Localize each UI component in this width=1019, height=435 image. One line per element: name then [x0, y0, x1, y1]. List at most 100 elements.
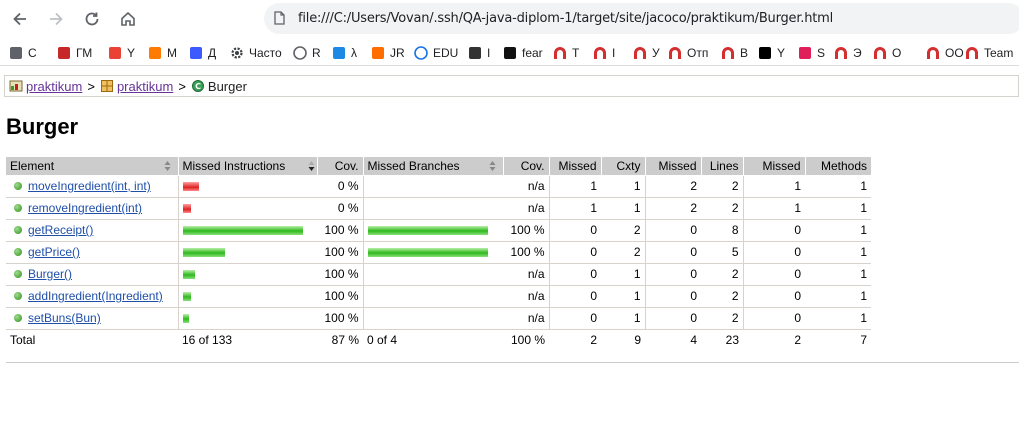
- method-icon: [14, 182, 22, 190]
- method-icon: [14, 248, 22, 256]
- bookmark-label: Отп: [687, 45, 709, 60]
- table-row: addIngredient(Ingredient) 100 % n/a 0 1 0 2 0 1: [6, 285, 871, 308]
- bookmark-item[interactable]: Y: [757, 43, 785, 62]
- breadcrumb-package-link[interactable]: praktikum: [117, 79, 173, 94]
- lines-missed-cell: 0: [644, 241, 701, 264]
- methods-cell: 1: [805, 285, 871, 308]
- breadcrumb-report-link[interactable]: praktikum: [26, 79, 82, 94]
- bookmarks-bar: С ГМ Y М Д Часто Rλ JR EDU Ifear Т I У Отп В Y S Э О ОО Team: [0, 39, 1019, 66]
- bookmark-item[interactable]: I: [467, 43, 490, 62]
- header-methods[interactable]: Methods: [804, 157, 871, 176]
- total-methods-missed: 2: [794, 332, 801, 347]
- notion-icon: [757, 45, 773, 61]
- header-label: Cov.: [334, 158, 359, 173]
- instr-bar-cell: [177, 175, 317, 198]
- instr-cov-cell: 0 %: [317, 197, 363, 220]
- method-icon: [14, 204, 22, 212]
- total-label: Total: [10, 332, 36, 347]
- header-lines[interactable]: Lines: [700, 157, 743, 176]
- arch-icon: [833, 45, 849, 61]
- slack-icon: [797, 45, 813, 61]
- bookmark-item[interactable]: Т: [552, 43, 579, 62]
- header-missed-branches[interactable]: Missed Branches: [362, 157, 503, 176]
- header-missed-instructions[interactable]: Missed Instructions: [177, 157, 317, 176]
- address-url[interactable]: file:///C:/Users/Vovan/.ssh/QA-java-dipl…: [298, 11, 833, 26]
- bookmark-item[interactable]: JR: [370, 43, 405, 62]
- header-cxty-missed[interactable]: Missed: [548, 157, 601, 176]
- arch-icon: [667, 45, 683, 61]
- method-link[interactable]: setBuns(Bun): [28, 311, 101, 325]
- lambda-icon: [331, 45, 347, 61]
- method-link[interactable]: getPrice(): [28, 245, 80, 259]
- bookmark-item[interactable]: Отп: [667, 43, 708, 62]
- bookmark-item[interactable]: Часто: [229, 43, 282, 62]
- home-icon: [121, 11, 135, 26]
- branch-cov-cell: 100 %: [503, 241, 549, 264]
- reload-button[interactable]: [78, 5, 106, 33]
- bookmark-item[interactable]: Э: [833, 43, 862, 62]
- cxty-cell: 2: [601, 241, 645, 264]
- bookmark-item[interactable]: М: [147, 43, 177, 62]
- bookmark-item[interactable]: ОО: [925, 43, 964, 62]
- method-link[interactable]: moveIngredient(int, int): [28, 179, 151, 193]
- method-link[interactable]: Burger(): [28, 267, 72, 281]
- methods-cell: 1: [805, 219, 871, 242]
- methods-missed-cell: 0: [742, 307, 805, 330]
- forward-button[interactable]: [42, 5, 70, 33]
- bookmark-item[interactable]: О: [872, 43, 901, 62]
- header-lines-missed[interactable]: Missed: [644, 157, 701, 176]
- bookmark-item[interactable]: S: [797, 43, 825, 62]
- branch-bar: [368, 286, 500, 307]
- header-element[interactable]: Element: [6, 157, 178, 176]
- lines-cell: 8: [701, 219, 743, 242]
- covered-bar: [182, 269, 195, 279]
- header-instr-cov[interactable]: Cov.: [316, 157, 363, 176]
- header-methods-missed[interactable]: Missed: [742, 157, 805, 176]
- cxty-cell: 2: [601, 219, 645, 242]
- bookmark-item[interactable]: У: [632, 43, 660, 62]
- total-lines-missed: 4: [690, 332, 697, 347]
- bookmark-item[interactable]: λ: [331, 43, 357, 62]
- cxty-cell: 1: [601, 197, 645, 220]
- bookmark-item[interactable]: Y: [107, 43, 135, 62]
- home-button[interactable]: [114, 5, 142, 33]
- bookmark-label: JR: [390, 45, 405, 60]
- bookmark-label: Часто: [249, 45, 282, 60]
- header-cxty[interactable]: Cxty: [600, 157, 645, 176]
- bookmark-item[interactable]: ГМ: [56, 43, 92, 62]
- bookmark-label: fear: [522, 45, 543, 60]
- method-icon: [14, 226, 22, 234]
- bookmark-label: Y: [777, 45, 786, 60]
- header-label: Missed Instructions: [182, 158, 286, 173]
- header-label: Missed: [558, 158, 597, 173]
- instr-cov-cell: 100 %: [317, 219, 363, 242]
- arch-icon: [632, 45, 648, 61]
- back-button[interactable]: [6, 5, 34, 33]
- bookmark-item[interactable]: fear: [502, 43, 543, 62]
- method-link[interactable]: getReceipt(): [28, 223, 93, 237]
- bookmark-item[interactable]: I: [592, 43, 615, 62]
- bookmark-item[interactable]: С: [8, 43, 37, 62]
- bookmark-label: Д: [208, 45, 217, 60]
- method-link[interactable]: removeIngredient(int): [28, 201, 142, 215]
- methods-cell: 1: [805, 263, 871, 286]
- element-cell: addIngredient(Ingredient): [6, 285, 178, 308]
- bookmark-item[interactable]: R: [292, 43, 321, 62]
- element-wrapper: getReceipt(): [10, 223, 174, 237]
- cxty-missed-cell: 0: [548, 263, 601, 286]
- methods-missed-cell: 0: [742, 219, 805, 242]
- instr-cov-cell: 100 %: [317, 307, 363, 330]
- methods-missed-cell: 1: [742, 197, 805, 220]
- element-cell: Burger(): [6, 263, 178, 286]
- bookmark-item[interactable]: EDU: [413, 43, 458, 62]
- address-bar[interactable]: file:///C:/Users/Vovan/.ssh/QA-java-dipl…: [264, 3, 1019, 34]
- bookmark-item[interactable]: Team: [964, 43, 1013, 62]
- header-branch-cov[interactable]: Cov.: [502, 157, 549, 176]
- bookmark-label: О: [892, 45, 902, 60]
- lines-cell: 2: [701, 285, 743, 308]
- bookmark-item[interactable]: В: [720, 43, 748, 62]
- methods-missed-cell: 1: [742, 175, 805, 198]
- bookmark-label: С: [28, 45, 37, 60]
- bookmark-item[interactable]: Д: [188, 43, 216, 62]
- method-link[interactable]: addIngredient(Ingredient): [28, 289, 163, 303]
